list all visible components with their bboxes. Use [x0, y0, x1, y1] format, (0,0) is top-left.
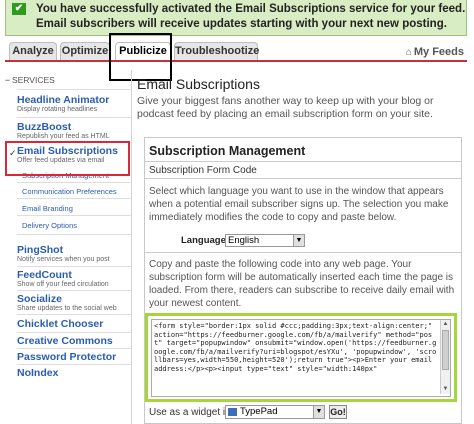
success-message: You have successfully activated the Emai… [36, 3, 466, 30]
sidebar-item-creative-commons[interactable]: Creative Commons [17, 335, 132, 347]
sidebar-item-label: Chicklet Chooser [17, 318, 104, 330]
typepad-icon [228, 408, 237, 416]
sidebar-item-socialize[interactable]: Socialize Share updates to the social we… [17, 293, 132, 313]
subscription-management-panel: Subscription Management Subscription For… [144, 137, 462, 424]
my-feeds-link[interactable]: ⌂ My Feeds [406, 46, 464, 58]
divider [17, 117, 132, 118]
sidebar-item-chicklet-chooser[interactable]: Chicklet Chooser [17, 318, 132, 330]
divider [17, 234, 132, 235]
sidebar-item-sub: Show off your feed circulation [17, 281, 109, 288]
sidebar-item-pingshot[interactable]: PingShot Notify services when you post [17, 244, 132, 264]
scroll-down-icon[interactable]: ▼ [441, 385, 450, 394]
tab-optimize[interactable]: Optimize [60, 42, 110, 61]
sidebar-subitem-communication-preferences[interactable]: Communication Preferences [22, 187, 117, 196]
my-feeds-label: My Feeds [413, 46, 464, 58]
services-heading[interactable]: − SERVICES [5, 75, 55, 85]
form-code-textarea[interactable]: <form style="border:1px solid #ccc;paddi… [151, 319, 451, 397]
divider [17, 332, 132, 333]
code-instructions: Copy and paste the following code into a… [149, 259, 455, 309]
divider [17, 348, 132, 349]
widget-label: Use as a widget in [149, 407, 231, 418]
sidebar-item-label: Creative Commons [17, 335, 113, 347]
sidebar-item-sub: Notify services when you post [17, 256, 110, 263]
divider [145, 252, 461, 253]
sidebar-subitem-delivery-options[interactable]: Delivery Options [22, 221, 77, 230]
sidebar-subitem-email-branding[interactable]: Email Branding [22, 204, 73, 213]
sidebar-item-label: BuzzBoost [17, 121, 72, 133]
divider [145, 161, 461, 162]
success-banner: ✔ You have successfully activated the Em… [5, 0, 467, 36]
tab-analyze[interactable]: Analyze [9, 42, 57, 61]
divider [145, 178, 461, 179]
intro-text: Give your biggest fans another way to ke… [137, 95, 434, 120]
sidebar-item-sub: Display rotating headlines [17, 106, 98, 113]
sidebar-item-label: PingShot [17, 244, 64, 256]
sidebar-item-label: Socialize [17, 293, 62, 305]
divider [17, 364, 132, 365]
divider [17, 215, 132, 216]
services-heading-label: SERVICES [11, 75, 55, 85]
code-scrollbar[interactable]: ▲ ▼ [440, 320, 450, 394]
chevron-down-icon: ▼ [313, 406, 324, 418]
sidebar-item-headline-animator[interactable]: Headline Animator Display rotating headl… [17, 94, 132, 114]
divider [17, 198, 132, 199]
sidebar-item-noindex[interactable]: NoIndex [17, 367, 132, 379]
widget-select-value: TypePad [240, 406, 278, 417]
scroll-thumb[interactable] [442, 330, 449, 370]
check-icon: ✔ [12, 3, 26, 15]
chevron-down-icon: ▼ [293, 235, 304, 246]
divider [17, 89, 132, 90]
scroll-up-icon[interactable]: ▲ [441, 320, 450, 329]
sidebar: − SERVICES Headline Animator Display rota… [5, 70, 132, 424]
sidebar-item-label: FeedCount [17, 269, 72, 281]
language-select-value: English [228, 235, 260, 246]
sidebar-item-label: Headline Animator [17, 94, 110, 106]
sidebar-item-password-protector[interactable]: Password Protector [17, 351, 132, 363]
divider [17, 182, 132, 183]
tab-underline [5, 60, 467, 62]
divider [17, 266, 132, 267]
code-highlight: <form style="border:1px solid #ccc;paddi… [145, 313, 457, 402]
sidebar-item-label: NoIndex [17, 367, 59, 379]
page-title: Email Subscriptions [137, 76, 260, 92]
language-label: Language: [181, 235, 230, 246]
language-instructions: Select which language you want to use in… [149, 186, 449, 223]
language-select[interactable]: English ▼ [225, 234, 305, 247]
divider [17, 290, 132, 291]
sidebar-item-sub: Share updates to the social web [17, 305, 117, 312]
home-icon: ⌂ [405, 47, 412, 58]
collapse-icon: − [5, 75, 10, 85]
divider [17, 314, 132, 315]
panel-title: Subscription Management [149, 144, 306, 158]
go-button[interactable]: Go! [329, 405, 347, 419]
sidebar-item-feedcount[interactable]: FeedCount Show off your feed circulation [17, 269, 132, 289]
email-subscriptions-highlight [5, 141, 130, 176]
widget-platform-select[interactable]: TypePad ▼ [225, 405, 325, 419]
tab-troubleshootize[interactable]: Troubleshootize [174, 42, 259, 61]
sidebar-item-buzzboost[interactable]: BuzzBoost Republish your feed as HTML [17, 121, 132, 141]
sidebar-item-sub: Republish your feed as HTML [17, 133, 110, 140]
sidebar-item-label: Password Protector [17, 351, 117, 363]
form-code-heading: Subscription Form Code [149, 165, 257, 176]
